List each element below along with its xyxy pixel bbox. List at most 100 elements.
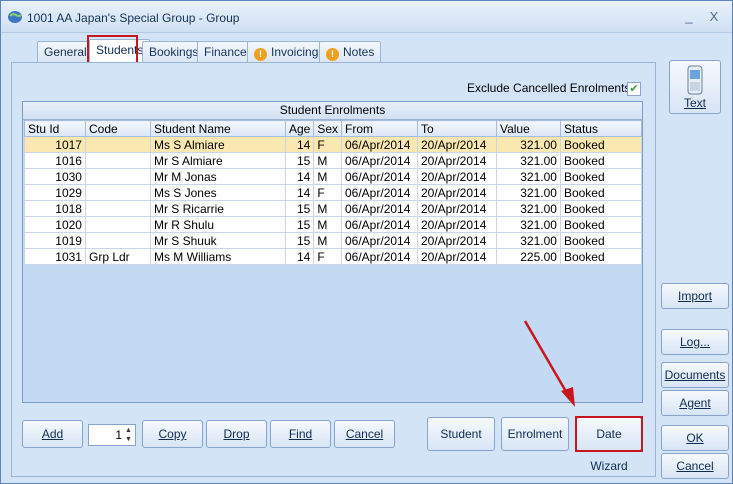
table-row[interactable]: 1017 Ms S Almiare 14 F 06/Apr/2014 20/Apr/201… (24, 136, 643, 153)
text-message-button[interactable]: Text (669, 60, 721, 114)
table-cell: Booked (559, 168, 643, 185)
table-cell (84, 184, 151, 201)
column-header[interactable]: Stu Id (24, 120, 86, 137)
table-cell: 06/Apr/2014 (341, 184, 418, 201)
tab-label: Bookings (149, 45, 199, 59)
tab-label: Notes (343, 45, 375, 59)
tab-notes[interactable]: ! Notes (319, 41, 382, 62)
table-cell: Mr S Almiare (149, 152, 286, 169)
button-label: Find (288, 427, 313, 441)
cancel-grid-button[interactable]: Cancel (334, 420, 395, 448)
table-cell: Booked (559, 248, 643, 265)
enrolment-button[interactable]: Enrolment (501, 417, 569, 451)
column-header[interactable]: Age (284, 120, 315, 137)
student-button[interactable]: Student (427, 417, 495, 451)
tab-finance[interactable]: Finance (197, 41, 254, 62)
table-cell: Mr M Jonas (149, 168, 286, 185)
mobile-phone-icon (687, 65, 703, 95)
students-tab-highlight (87, 35, 138, 65)
button-label: Student (440, 427, 482, 441)
table-cell: 20/Apr/2014 (416, 168, 497, 185)
table-row[interactable]: 1029 Ms S Jones 14 F 06/Apr/2014 20/Apr/2014 3… (24, 184, 643, 201)
table-cell: Booked (559, 152, 643, 169)
table-cell: M (313, 152, 342, 169)
table-header-row: Stu Id Code Student Name Age Sex From To… (24, 120, 643, 137)
table-row[interactable]: 1019 Mr S Shuuk 15 M 06/Apr/2014 20/Apr/2014 3… (24, 232, 643, 249)
table-cell: Ms S Almiare (149, 136, 286, 153)
table-cell: M (313, 168, 342, 185)
button-label: Drop (223, 427, 250, 441)
table-cell: 15 (284, 200, 315, 217)
warning-icon: ! (326, 48, 339, 61)
column-header[interactable]: Student Name (149, 120, 286, 137)
log-button[interactable]: Log... (661, 329, 729, 355)
column-header[interactable]: Sex (313, 120, 342, 137)
drop-button[interactable]: Drop (206, 420, 267, 448)
quantity-input[interactable] (91, 427, 122, 443)
spin-up-icon[interactable]: ▲ (123, 426, 134, 435)
table-cell: 06/Apr/2014 (341, 152, 418, 169)
table-row[interactable]: 1031 Grp Ldr Ms M Williams 14 F 06/Apr/2014 20… (24, 248, 643, 265)
table-cell: 14 (284, 168, 315, 185)
table-cell: 14 (284, 136, 315, 153)
table-cell: 321.00 (495, 168, 561, 185)
column-header[interactable]: From (341, 120, 418, 137)
close-icon[interactable]: X (704, 7, 724, 27)
table-cell (84, 232, 151, 249)
app-globe-icon (8, 11, 22, 23)
table-cell: 06/Apr/2014 (341, 136, 418, 153)
spin-down-icon[interactable]: ▼ (123, 435, 134, 444)
quantity-stepper[interactable]: ▲ ▼ (88, 424, 136, 446)
button-label: Copy (158, 427, 187, 441)
import-button[interactable]: Import (661, 283, 729, 309)
table-row[interactable]: 1016 Mr S Almiare 15 M 06/Apr/2014 20/Apr/201… (24, 152, 643, 169)
annotation-arrow (523, 320, 575, 407)
table-cell: 321.00 (495, 136, 561, 153)
tab-label: Finance (204, 45, 247, 59)
agent-button[interactable]: Agent (661, 390, 729, 416)
table-cell: 14 (284, 184, 315, 201)
table-row[interactable]: 1018 Mr S Ricarrie 15 M 06/Apr/2014 20/Apr/20… (24, 200, 643, 217)
exclude-cancelled-checkbox[interactable]: ✔ (627, 82, 641, 96)
add-button[interactable]: Add (22, 420, 83, 448)
stepper-arrows[interactable]: ▲ ▼ (123, 426, 134, 444)
table-cell: 06/Apr/2014 (341, 168, 418, 185)
copy-button[interactable]: Copy (142, 420, 203, 448)
find-button[interactable]: Find (270, 420, 331, 448)
documents-button[interactable]: Documents (661, 362, 729, 388)
table-cell: F (313, 136, 342, 153)
column-header[interactable]: To (416, 120, 497, 137)
tab-general[interactable]: General (37, 41, 94, 62)
table-cell: 20/Apr/2014 (416, 248, 497, 265)
minimize-icon[interactable]: _ (679, 7, 699, 27)
tab-invoicing[interactable]: ! Invoicing (247, 41, 326, 62)
table-cell: 1020 (24, 216, 86, 233)
button-label: Import (677, 289, 712, 303)
table-cell: F (313, 184, 342, 201)
table-row[interactable]: 1030 Mr M Jonas 14 M 06/Apr/2014 20/Apr/2014 3… (24, 168, 643, 185)
table-cell: 225.00 (495, 248, 561, 265)
column-header[interactable]: Code (84, 120, 151, 137)
title-bar[interactable]: 1001 AA Japan's Special Group - Group _ … (1, 1, 732, 33)
column-header[interactable]: Status (559, 120, 643, 137)
table-cell: 15 (284, 152, 315, 169)
table-cell: 321.00 (495, 152, 561, 169)
tab-label: General (44, 45, 87, 59)
tab-bookings[interactable]: Bookings (142, 41, 206, 62)
table-cell: Mr S Ricarrie (149, 200, 286, 217)
table-cell: Booked (559, 200, 643, 217)
column-header[interactable]: Value (495, 120, 561, 137)
table-cell: Mr S Shuuk (149, 232, 286, 249)
window-title: 1001 AA Japan's Special Group - Group (27, 11, 240, 25)
table-row[interactable]: 1020 Mr R Shulu 15 M 06/Apr/2014 20/Apr/2014 3… (24, 216, 643, 233)
group-window: 1001 AA Japan's Special Group - Group _ … (0, 0, 733, 484)
table-cell (84, 200, 151, 217)
ok-button[interactable]: OK (661, 425, 729, 451)
table-cell: 06/Apr/2014 (341, 216, 418, 233)
table-cell: 321.00 (495, 232, 561, 249)
side-toolbar (662, 57, 730, 481)
table-cell (84, 136, 151, 153)
cancel-button[interactable]: Cancel (661, 453, 729, 479)
table-cell: 15 (284, 216, 315, 233)
table-cell: 1031 (24, 248, 86, 265)
